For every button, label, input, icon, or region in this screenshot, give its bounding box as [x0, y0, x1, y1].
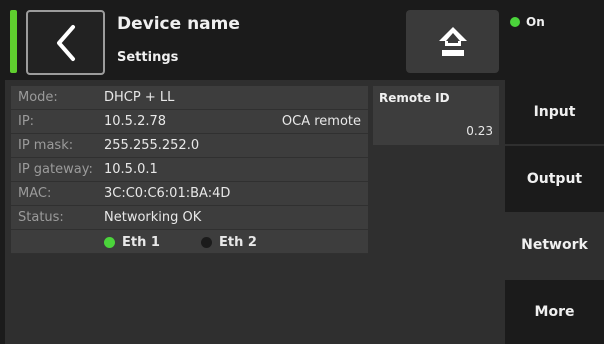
- menu-item-network[interactable]: Network: [505, 212, 604, 278]
- row-label: Status:: [18, 210, 64, 225]
- menu-item-label: More: [534, 304, 575, 320]
- row-label: Mode:: [18, 90, 58, 105]
- menu-item-input[interactable]: Input: [505, 80, 604, 144]
- row-label: IP:: [18, 114, 35, 129]
- row-ip-gateway: IP gateway: 10.5.0.1: [11, 158, 368, 182]
- row-label: IP gateway:: [18, 162, 93, 177]
- power-led-icon: [510, 17, 520, 27]
- row-mode: Mode: DHCP + LL: [11, 86, 368, 110]
- row-ports: Eth 1 Eth 2: [11, 230, 368, 254]
- status-accent-bar: [10, 10, 17, 73]
- header-bar: Device name Settings On: [0, 0, 604, 80]
- row-mac: MAC: 3C:C0:C6:01:BA:4D: [11, 182, 368, 206]
- menu-item-label: Input: [533, 104, 576, 120]
- back-button[interactable]: [26, 10, 105, 75]
- page-subtitle: Settings: [117, 50, 179, 65]
- network-info-table: Mode: DHCP + LL IP: 10.5.2.78 OCA remote…: [11, 86, 368, 254]
- menu-item-label: Network: [521, 237, 588, 253]
- eth2-led-icon: [201, 237, 212, 248]
- row-value: 10.5.2.78: [104, 114, 167, 129]
- row-value: 10.5.0.1: [104, 162, 158, 177]
- row-ip-mask: IP mask: 255.255.252.0: [11, 134, 368, 158]
- row-value: 255.255.252.0: [104, 138, 200, 153]
- eth2-indicator: Eth 2: [201, 235, 257, 250]
- row-value: Networking OK: [104, 210, 202, 225]
- home-icon: [438, 26, 467, 56]
- eth1-led-icon: [104, 237, 115, 248]
- eth2-label: Eth 2: [219, 235, 257, 250]
- power-status-label: On: [526, 15, 545, 29]
- side-menu: Input Output Network More: [505, 80, 604, 344]
- row-label: IP mask:: [18, 138, 74, 153]
- menu-item-more[interactable]: More: [505, 280, 604, 344]
- eth1-label: Eth 1: [122, 235, 160, 250]
- row-status: Status: Networking OK: [11, 206, 368, 230]
- remote-id-box[interactable]: Remote ID 0.23: [373, 86, 499, 145]
- home-button[interactable]: [406, 10, 499, 73]
- row-value: 3C:C0:C6:01:BA:4D: [104, 186, 231, 201]
- eth1-indicator: Eth 1: [104, 235, 160, 250]
- row-value: DHCP + LL: [104, 90, 175, 105]
- power-status: On: [510, 15, 545, 29]
- remote-id-value: 0.23: [466, 124, 493, 138]
- remote-id-label: Remote ID: [379, 91, 450, 105]
- menu-item-output[interactable]: Output: [505, 146, 604, 212]
- chevron-left-icon: [56, 24, 75, 61]
- left-edge-strip: [0, 80, 5, 344]
- oca-remote-label: OCA remote: [281, 114, 361, 129]
- row-label: MAC:: [18, 186, 52, 201]
- row-ip: IP: 10.5.2.78 OCA remote: [11, 110, 368, 134]
- page-title: Device name: [117, 14, 240, 34]
- menu-item-label: Output: [526, 171, 583, 187]
